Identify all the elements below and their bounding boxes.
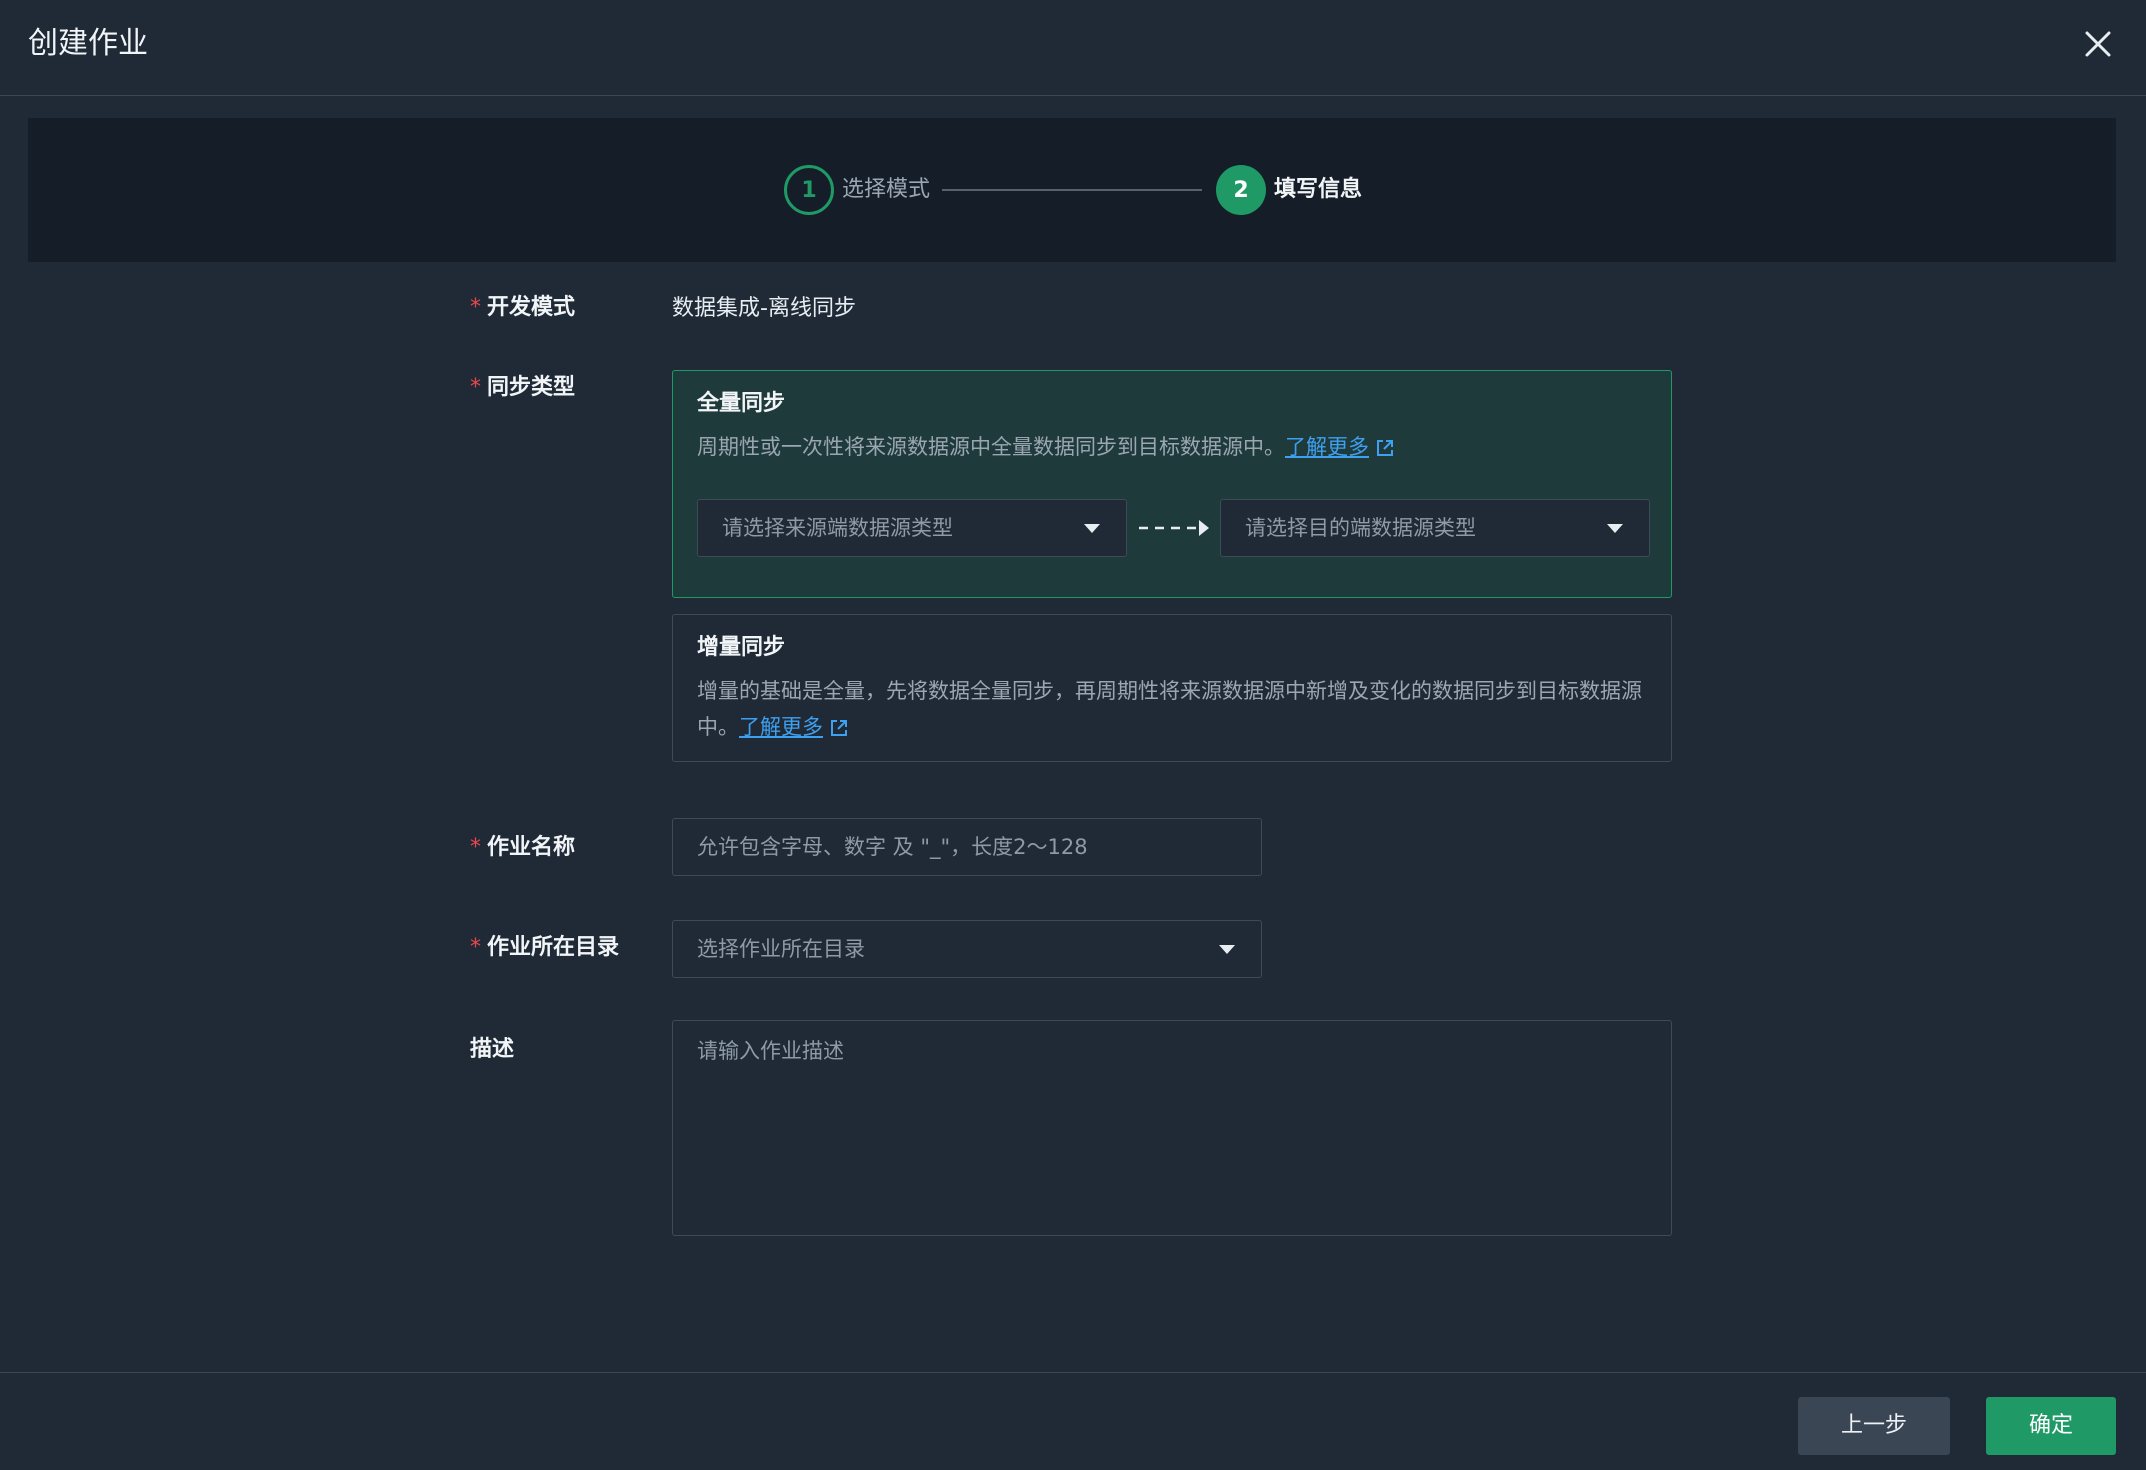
chevron-down-icon: [1084, 524, 1100, 533]
required-mark: *: [470, 835, 481, 860]
full-sync-card[interactable]: 全量同步 周期性或一次性将来源数据源中全量数据同步到目标数据源中。了解更多 请选…: [672, 370, 1672, 598]
step-2-label: 填写信息: [1274, 177, 1363, 202]
dev-mode-label: * 开发模式: [470, 292, 575, 324]
target-type-placeholder: 请选择目的端数据源类型: [1245, 516, 1476, 540]
required-mark: *: [470, 295, 481, 320]
step-1-label: 选择模式: [842, 177, 931, 202]
incremental-sync-learn-more-link[interactable]: 了解更多: [739, 715, 823, 739]
required-mark: *: [470, 375, 481, 400]
chevron-down-icon: [1607, 524, 1623, 533]
job-name-label: * 作业名称: [470, 832, 575, 864]
close-icon[interactable]: [2080, 26, 2116, 62]
step-connector: [942, 189, 1202, 191]
full-sync-description: 周期性或一次性将来源数据源中全量数据同步到目标数据源中。了解更多: [697, 429, 1647, 465]
create-job-dialog: 创建作业 1 选择模式 2 填写信息 * 开发模式 数据集成-离线同步 * 同步类型…: [0, 0, 2146, 1470]
full-sync-desc-text: 周期性或一次性将来源数据源中全量数据同步到目标数据源中。: [697, 435, 1285, 459]
dialog-title: 创建作业: [28, 26, 148, 61]
source-type-placeholder: 请选择来源端数据源类型: [722, 516, 953, 540]
full-sync-learn-more-link[interactable]: 了解更多: [1285, 435, 1369, 459]
full-sync-title: 全量同步: [697, 391, 786, 416]
confirm-button[interactable]: 确定: [1986, 1397, 2116, 1455]
dialog-footer: 上一步 确定: [0, 1372, 2146, 1470]
arrow-right-icon: [1139, 520, 1209, 536]
job-dir-placeholder: 选择作业所在目录: [697, 937, 865, 961]
job-dir-label: * 作业所在目录: [470, 932, 619, 964]
dev-mode-label-text: 开发模式: [487, 295, 576, 320]
steps-bar: 1 选择模式 2 填写信息: [28, 118, 2116, 262]
description-label: 描述: [470, 1037, 515, 1062]
external-link-icon[interactable]: [1375, 438, 1395, 458]
target-type-select[interactable]: 请选择目的端数据源类型: [1220, 499, 1650, 557]
job-name-input[interactable]: [673, 819, 1261, 875]
step-2-indicator: 2: [1216, 165, 1266, 215]
job-dir-select[interactable]: 选择作业所在目录: [672, 920, 1262, 978]
step-1-indicator: 1: [784, 165, 834, 215]
job-dir-label-text: 作业所在目录: [487, 935, 620, 960]
required-mark: *: [470, 935, 481, 960]
job-name-field[interactable]: [672, 818, 1262, 876]
dialog-header: 创建作业: [0, 0, 2146, 96]
external-link-icon[interactable]: [829, 718, 849, 738]
sync-type-label-text: 同步类型: [487, 375, 576, 400]
incremental-sync-card[interactable]: 增量同步 增量的基础是全量，先将数据全量同步，再周期性将来源数据源中新增及变化的…: [672, 614, 1672, 762]
prev-step-button[interactable]: 上一步: [1798, 1397, 1950, 1455]
incremental-sync-description: 增量的基础是全量，先将数据全量同步，再周期性将来源数据源中新增及变化的数据同步到…: [697, 673, 1647, 745]
description-field[interactable]: [672, 1020, 1672, 1236]
sync-type-label: * 同步类型: [470, 372, 575, 404]
chevron-down-icon: [1219, 945, 1235, 954]
source-type-select[interactable]: 请选择来源端数据源类型: [697, 499, 1127, 557]
job-name-label-text: 作业名称: [487, 835, 576, 860]
dev-mode-value: 数据集成-离线同步: [672, 296, 856, 321]
incremental-sync-title: 增量同步: [697, 635, 786, 660]
description-input[interactable]: [673, 1021, 1671, 1235]
